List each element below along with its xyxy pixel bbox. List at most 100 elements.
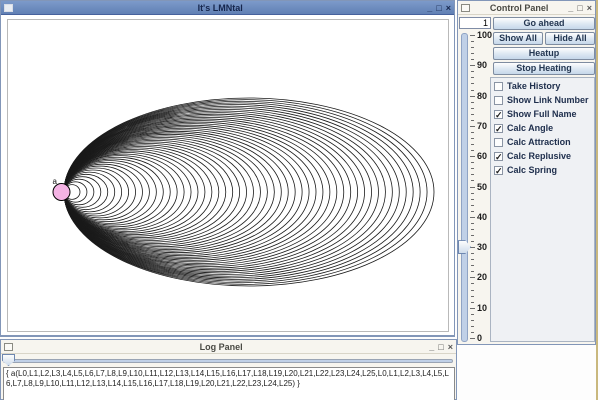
- slider-tick: [471, 332, 474, 333]
- checkbox-list: Take History Show Link Number ✓ Show Full N…: [491, 80, 594, 176]
- minimize-icon[interactable]: _: [568, 4, 573, 12]
- slider-tick-label: 70: [477, 121, 487, 131]
- checkbox-label: Take History: [507, 81, 560, 91]
- slider-tick: [470, 96, 475, 97]
- slider-tick: [471, 241, 474, 242]
- heatup-button[interactable]: Heatup: [493, 47, 595, 60]
- slider-tick: [471, 296, 474, 297]
- maximize-icon[interactable]: □: [577, 4, 582, 12]
- slider-tick: [471, 47, 474, 48]
- link-loop: [64, 162, 149, 221]
- slider-tick: [471, 132, 474, 133]
- log-panel-window: Log Panel _ □ × { a(L0,L1,L2,L3,L4,L5,L6…: [0, 339, 457, 400]
- checkbox-take-history[interactable]: Take History: [494, 80, 594, 92]
- slider-tick-label: 50: [477, 182, 487, 192]
- control-panel-window: Control Panel _ □ × Go ahead Show All Hi…: [457, 0, 596, 345]
- minimize-icon[interactable]: _: [429, 343, 434, 351]
- slider-tick: [470, 338, 475, 339]
- slider-tick: [470, 277, 475, 278]
- slider-tick: [471, 259, 474, 260]
- checkbox-label: Show Link Number: [507, 95, 589, 105]
- unchecked-checkbox-icon[interactable]: [494, 82, 503, 91]
- unchecked-checkbox-icon[interactable]: [494, 138, 503, 147]
- close-icon[interactable]: ×: [587, 4, 592, 12]
- graph-canvas[interactable]: a: [7, 19, 449, 332]
- slider-tick-label: 100: [477, 30, 492, 40]
- slider-tick: [470, 217, 475, 218]
- slider-tick: [471, 114, 474, 115]
- main-window: It's LMNtal _ □ × a: [0, 0, 455, 337]
- slider-tick: [471, 108, 474, 109]
- slider-tick: [471, 71, 474, 72]
- slider-tick: [471, 320, 474, 321]
- step-count-input[interactable]: [459, 17, 491, 29]
- link-loop: [64, 164, 142, 220]
- slider-tick: [471, 271, 474, 272]
- close-icon[interactable]: ×: [448, 343, 453, 351]
- log-panel-title: Log Panel: [13, 342, 429, 352]
- checkbox-calc-replusive[interactable]: ✓Calc Replusive: [494, 150, 594, 162]
- checkbox-calc-spring[interactable]: ✓ Calc Spring: [494, 164, 594, 176]
- slider-thumb[interactable]: [458, 240, 471, 254]
- slider-tick: [471, 235, 474, 236]
- slider-tick: [471, 162, 474, 163]
- slider-tick: [471, 174, 474, 175]
- checked-checkbox-icon[interactable]: ✓: [494, 152, 503, 161]
- log-slider-thumb[interactable]: [2, 354, 15, 366]
- slider-tick: [471, 253, 474, 254]
- slider-tick: [471, 144, 474, 145]
- slider-tick: [471, 41, 474, 42]
- slider-track[interactable]: [461, 33, 468, 342]
- close-icon[interactable]: ×: [446, 4, 451, 12]
- slider-tick: [471, 199, 474, 200]
- slider-tick: [471, 283, 474, 284]
- atom-node[interactable]: [53, 184, 70, 201]
- slider-tick: [471, 138, 474, 139]
- slider-tick-label: 0: [477, 333, 482, 343]
- maximize-icon[interactable]: □: [438, 343, 443, 351]
- checkbox-calc-angle[interactable]: ✓Calc Angle: [494, 122, 594, 134]
- slider-tick: [471, 180, 474, 181]
- stop-heating-button[interactable]: Stop Heating: [493, 62, 595, 75]
- slider-tick: [471, 150, 474, 151]
- main-window-titlebar[interactable]: It's LMNtal _ □ ×: [1, 1, 454, 15]
- checked-checkbox-icon[interactable]: ✓: [494, 110, 503, 119]
- atom-label: a: [53, 177, 58, 186]
- slider-tick: [471, 53, 474, 54]
- log-output[interactable]: { a(L0,L1,L2,L3,L4,L5,L6,L7,L8,L9,L10,L1…: [3, 367, 455, 400]
- slider-tick: [471, 302, 474, 303]
- slider-tick: [471, 120, 474, 121]
- slider-tick: [471, 314, 474, 315]
- slider-tick: [471, 90, 474, 91]
- background-window-edge: [596, 0, 598, 400]
- slider-tick-label: 10: [477, 303, 487, 313]
- checked-checkbox-icon[interactable]: ✓: [494, 166, 503, 175]
- slider-tick: [470, 35, 475, 36]
- slider-tick: [471, 102, 474, 103]
- checkbox-label: Calc Spring: [507, 165, 557, 175]
- minimize-icon[interactable]: _: [427, 4, 432, 12]
- slider-tick: [471, 83, 474, 84]
- slider-tick: [471, 229, 474, 230]
- show-all-button[interactable]: Show All: [493, 32, 543, 45]
- self-loop-graph: a: [8, 20, 448, 331]
- slider-tick: [471, 59, 474, 60]
- checkbox-label: Calc Attraction: [507, 137, 571, 147]
- checkbox-show-full-name[interactable]: ✓ Show Full Name: [494, 108, 594, 120]
- checkbox-show-link-number[interactable]: Show Link Number: [494, 94, 594, 106]
- slider-tick-label: 80: [477, 91, 487, 101]
- slider-tick: [470, 187, 475, 188]
- checkbox-calc-attraction[interactable]: Calc Attraction: [494, 136, 594, 148]
- hide-all-button[interactable]: Hide All: [545, 32, 595, 45]
- unchecked-checkbox-icon[interactable]: [494, 96, 503, 105]
- go-ahead-button[interactable]: Go ahead: [493, 17, 595, 30]
- slider-tick-label: 20: [477, 272, 487, 282]
- control-panel-titlebar[interactable]: Control Panel _ □ ×: [458, 1, 595, 15]
- maximize-icon[interactable]: □: [436, 4, 441, 12]
- checked-checkbox-icon[interactable]: ✓: [494, 124, 503, 133]
- checkbox-label: Show Full Name: [507, 109, 577, 119]
- log-slider-track[interactable]: [3, 359, 453, 363]
- log-panel-titlebar[interactable]: Log Panel _ □ ×: [1, 340, 456, 354]
- slider-tick: [471, 326, 474, 327]
- slider-tick: [470, 308, 475, 309]
